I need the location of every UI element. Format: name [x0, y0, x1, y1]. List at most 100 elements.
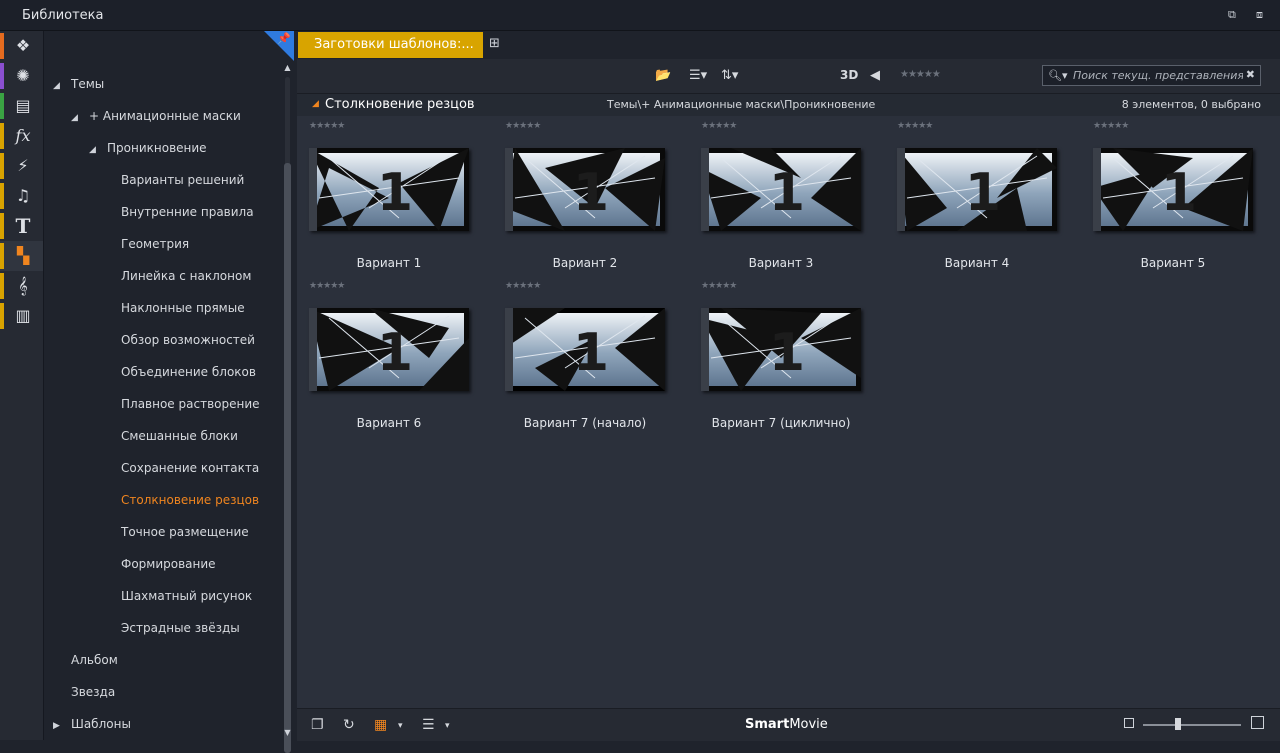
search-icon[interactable]: 🔍︎▾: [1048, 69, 1068, 82]
item-thumbnail[interactable]: 1: [505, 308, 665, 391]
item-rating[interactable]: ★★★★★: [1093, 121, 1129, 131]
tree-item[interactable]: Наклонные прямые: [121, 298, 245, 318]
folder-icon[interactable]: 📂: [655, 68, 671, 83]
zoom-large-icon[interactable]: [1251, 716, 1264, 729]
item-thumbnail[interactable]: 1: [897, 148, 1057, 231]
collapse-arrow-icon[interactable]: ◢: [89, 140, 99, 160]
music-note-icon[interactable]: ♫: [12, 186, 34, 206]
tree-item[interactable]: Точное размещение: [121, 522, 249, 542]
project-bin-icon[interactable]: ❖: [12, 36, 34, 56]
thumbnail-dropdown-icon[interactable]: ▾: [398, 721, 403, 731]
template-item[interactable]: ★★★★★ 1 Вариант 2: [493, 117, 673, 277]
category-montage-template[interactable]: ▚: [0, 241, 43, 271]
pin-icon[interactable]: 📌: [277, 32, 291, 45]
category-title-text[interactable]: T: [0, 211, 43, 241]
category-video-reel[interactable]: ✺: [0, 61, 43, 91]
photo-stack-icon[interactable]: ▤: [12, 96, 34, 116]
item-rating[interactable]: ★★★★★: [701, 281, 737, 291]
tree-item[interactable]: Формирование: [121, 554, 216, 574]
tree-item[interactable]: Эстрадные звёзды: [121, 618, 240, 638]
template-item[interactable]: ★★★★★ 1 Вариант 7 (циклично): [689, 277, 869, 437]
tree-item[interactable]: Объединение блоков: [121, 362, 256, 382]
item-rating[interactable]: ★★★★★: [701, 121, 737, 131]
tree-item[interactable]: Обзор возможностей: [121, 330, 255, 350]
tree-item[interactable]: Звезда: [71, 682, 115, 702]
template-item[interactable]: ★★★★★ 1 Вариант 6: [297, 277, 477, 437]
tree-item[interactable]: Плавное растворение: [121, 394, 260, 414]
clear-search-icon[interactable]: ✖: [1246, 68, 1255, 81]
copy-icon[interactable]: ❐: [311, 717, 324, 733]
tree-scrollbar[interactable]: ▲ ▼: [283, 63, 292, 753]
lightning-icon[interactable]: ⚡: [12, 156, 34, 176]
treble-clef-icon[interactable]: 𝄞: [12, 276, 34, 296]
template-item[interactable]: ★★★★★ 1 Вариант 1: [297, 117, 477, 277]
zoom-slider-track[interactable]: [1143, 724, 1241, 726]
category-fx[interactable]: fx: [0, 121, 43, 151]
item-thumbnail[interactable]: 1: [1093, 148, 1253, 231]
category-treble-clef[interactable]: 𝄞: [0, 271, 43, 301]
template-item[interactable]: ★★★★★ 1 Вариант 7 (начало): [493, 277, 673, 437]
add-tab-icon[interactable]: ⊞: [489, 36, 500, 51]
video-reel-icon[interactable]: ✺: [12, 66, 34, 86]
rating-filter[interactable]: ★★★★★: [900, 69, 941, 80]
collapse-arrow-icon[interactable]: ◢: [312, 99, 319, 109]
refresh-icon[interactable]: ↻: [343, 717, 355, 733]
collapse-arrow-icon[interactable]: ◢: [71, 108, 81, 128]
search-box[interactable]: 🔍︎▾ ✖: [1042, 65, 1261, 86]
category-lightning[interactable]: ⚡: [0, 151, 43, 181]
list-view-icon[interactable]: ☰▾: [689, 68, 707, 83]
title-text-icon[interactable]: T: [12, 216, 34, 236]
tree-item[interactable]: ◢ Темы: [53, 74, 104, 94]
tree-item[interactable]: Столкновение резцов: [121, 490, 259, 510]
template-item[interactable]: ★★★★★ 1 Вариант 4: [885, 117, 1065, 277]
tree-item[interactable]: ◢ + Анимационные маски: [71, 106, 241, 126]
tree-item[interactable]: ▶ Шаблоны: [53, 714, 131, 734]
item-rating[interactable]: ★★★★★: [897, 121, 933, 131]
thumbnail-view-icon[interactable]: ▦: [374, 717, 387, 733]
tree-item[interactable]: Геометрия: [121, 234, 189, 254]
zoom-slider-thumb[interactable]: [1175, 718, 1181, 730]
tree-item[interactable]: Альбом: [71, 650, 118, 670]
item-thumbnail[interactable]: 1: [701, 308, 861, 391]
tree-item[interactable]: ◢ Проникновение: [89, 138, 207, 158]
tree-item[interactable]: Внутренние правила: [121, 202, 254, 222]
tree-item[interactable]: Смешанные блоки: [121, 426, 238, 446]
zoom-small-icon[interactable]: [1124, 718, 1134, 728]
tree-item[interactable]: Сохранение контакта: [121, 458, 259, 478]
search-input[interactable]: [1073, 67, 1243, 84]
item-thumbnail[interactable]: 1: [309, 148, 469, 231]
details-view-icon[interactable]: ☰: [422, 717, 435, 733]
category-piano-keys[interactable]: ▥: [0, 301, 43, 331]
item-rating[interactable]: ★★★★★: [309, 281, 345, 291]
tree-item[interactable]: Линейка с наклоном: [121, 266, 251, 286]
piano-keys-icon[interactable]: ▥: [12, 306, 34, 326]
expand-arrow-icon[interactable]: ▶: [53, 716, 63, 736]
category-photo-stack[interactable]: ▤: [0, 91, 43, 121]
item-thumbnail[interactable]: 1: [701, 148, 861, 231]
scroll-thumb[interactable]: [284, 163, 291, 753]
tree-item[interactable]: Шахматный рисунок: [121, 586, 252, 606]
category-music-note[interactable]: ♫: [0, 181, 43, 211]
fx-icon[interactable]: fx: [12, 126, 34, 146]
undock-window-icon[interactable]: ⧈: [1256, 8, 1270, 22]
item-thumbnail[interactable]: 1: [309, 308, 469, 391]
category-project-bin[interactable]: ❖: [0, 31, 43, 61]
smartmovie-button[interactable]: SmartMovie: [745, 717, 828, 732]
tag-icon[interactable]: ◀: [870, 68, 880, 83]
scroll-up-icon[interactable]: ▲: [283, 63, 292, 72]
item-rating[interactable]: ★★★★★: [505, 281, 541, 291]
scroll-down-icon[interactable]: ▼: [283, 728, 292, 737]
details-dropdown-icon[interactable]: ▾: [445, 721, 450, 731]
template-item[interactable]: ★★★★★ 1 Вариант 3: [689, 117, 869, 277]
sort-icon[interactable]: ⇅▾: [721, 68, 738, 83]
montage-template-icon[interactable]: ▚: [12, 246, 34, 266]
item-thumbnail[interactable]: 1: [505, 148, 665, 231]
template-item[interactable]: ★★★★★ 1 Вариант 5: [1081, 117, 1261, 277]
item-rating[interactable]: ★★★★★: [309, 121, 345, 131]
item-rating[interactable]: ★★★★★: [505, 121, 541, 131]
tab-templates[interactable]: Заготовки шаблонов:...: [298, 32, 483, 58]
tree-item[interactable]: Варианты решений: [121, 170, 244, 190]
restore-window-icon[interactable]: ⧉: [1228, 8, 1242, 22]
view-3d-button[interactable]: 3D: [840, 68, 858, 82]
collapse-arrow-icon[interactable]: ◢: [53, 76, 63, 96]
